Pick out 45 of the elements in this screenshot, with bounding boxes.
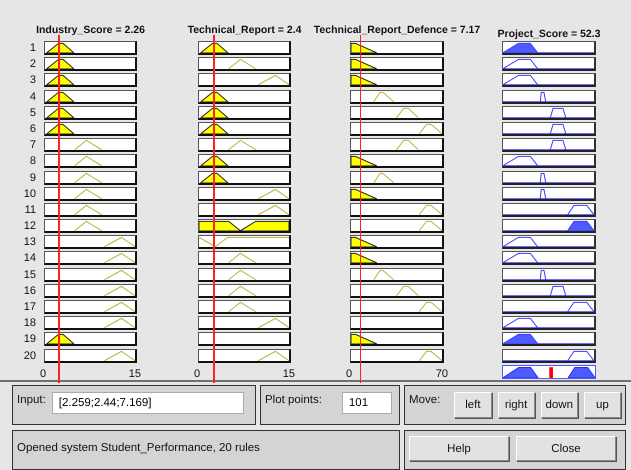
variable-title: Industry_Score = 2.26 bbox=[36, 24, 145, 38]
rule-number: 12 bbox=[24, 219, 36, 234]
axis-label: 0 bbox=[194, 366, 200, 381]
axis-label: 15 bbox=[282, 366, 295, 381]
input-label: Input: bbox=[17, 393, 46, 406]
rule-number: 6 bbox=[30, 122, 36, 136]
rule-number: 3 bbox=[30, 73, 36, 88]
input-marker-line[interactable] bbox=[213, 35, 215, 383]
input-field[interactable]: [2.259;2.44;7.169] bbox=[52, 392, 244, 414]
rule-number: 14 bbox=[24, 251, 36, 266]
variable-title: Project_Score = 52.3 bbox=[497, 28, 601, 41]
plot-points-label: Plot points: bbox=[265, 393, 322, 406]
rule-number: 8 bbox=[30, 154, 36, 168]
move-button[interactable]: right bbox=[498, 392, 535, 418]
rule-number: 1 bbox=[30, 41, 36, 55]
rule-number: 5 bbox=[30, 106, 36, 120]
rule-number: 20 bbox=[24, 348, 36, 363]
rule-number: 17 bbox=[24, 300, 36, 314]
move-button[interactable]: left bbox=[454, 392, 492, 418]
axis-label: 70 bbox=[436, 366, 448, 381]
rule-number: 11 bbox=[24, 202, 36, 217]
input-marker-line[interactable] bbox=[58, 35, 60, 383]
dialog-button[interactable]: Help bbox=[409, 436, 509, 461]
dialog-button[interactable]: Close bbox=[516, 436, 616, 461]
input-marker-line[interactable] bbox=[360, 35, 362, 383]
status-message: Opened system Student_Performance, 20 rules bbox=[17, 441, 260, 454]
rule-number: 7 bbox=[30, 138, 36, 152]
rule-number: 10 bbox=[24, 186, 36, 201]
move-button[interactable]: up bbox=[584, 392, 622, 418]
rule-number: 19 bbox=[24, 332, 36, 346]
rule-number: 16 bbox=[24, 284, 36, 298]
axis-label: 0 bbox=[346, 366, 352, 381]
move-label: Move: bbox=[409, 393, 440, 406]
rule-number: 2 bbox=[30, 57, 36, 72]
rule-number: 4 bbox=[30, 90, 36, 104]
variable-title: Technical_Report_Defence = 7.17 bbox=[314, 24, 480, 38]
move-button[interactable]: down bbox=[540, 392, 578, 418]
variable-title: Technical_Report = 2.4 bbox=[188, 24, 302, 38]
axis-label: 0 bbox=[40, 366, 46, 381]
rule-number: 13 bbox=[24, 235, 36, 250]
rule-number: 9 bbox=[30, 170, 36, 184]
rule-number: 15 bbox=[24, 268, 36, 282]
rule-number: 18 bbox=[24, 316, 36, 330]
axis-label: 15 bbox=[128, 366, 141, 381]
plot-points-field[interactable]: 101 bbox=[342, 392, 392, 414]
